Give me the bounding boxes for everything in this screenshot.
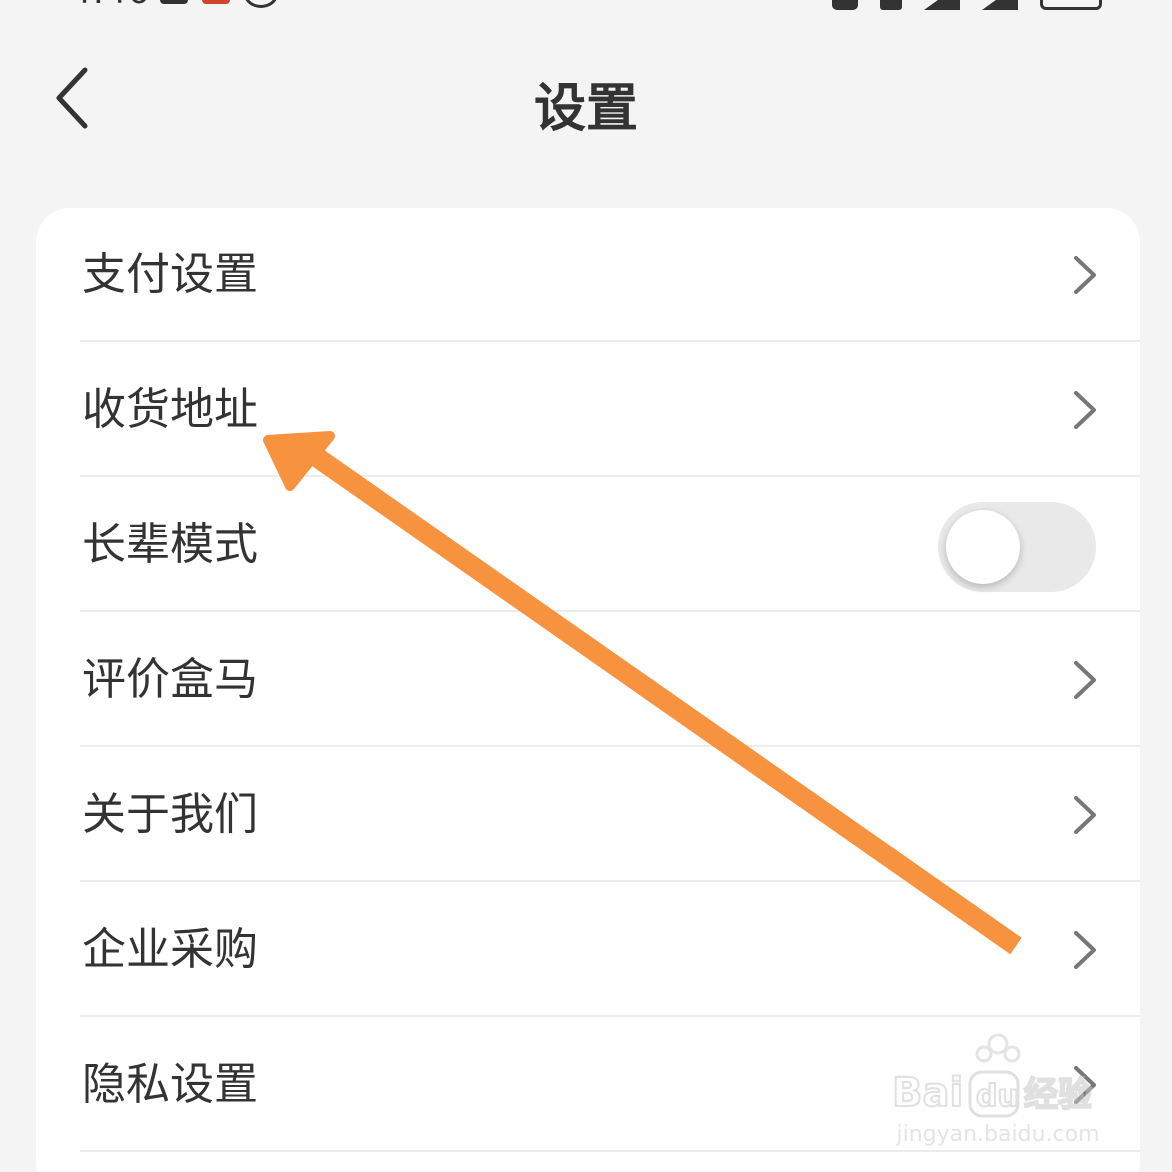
settings-item-label: 收货地址 <box>82 384 258 435</box>
status-time: 4:46 <box>70 0 150 12</box>
app-notification-icon <box>202 0 230 4</box>
settings-item-label: 关于我们 <box>82 789 258 840</box>
chevron-right-icon <box>1074 256 1096 294</box>
divider <box>80 1150 1140 1152</box>
settings-item-rate[interactable]: 评价盒马 <box>36 613 1140 747</box>
divider <box>80 610 1140 612</box>
settings-item-elder-mode: 长辈模式 <box>36 478 1140 612</box>
chevron-right-icon <box>1074 391 1096 429</box>
divider <box>80 475 1140 477</box>
settings-item-label: 评价盒马 <box>82 654 258 705</box>
chevron-right-icon <box>1074 931 1096 969</box>
divider <box>80 745 1140 747</box>
elder-mode-toggle[interactable] <box>938 502 1096 592</box>
settings-item-enterprise[interactable]: 企业采购 <box>36 883 1140 1017</box>
settings-item-privacy[interactable]: 隐私设置 <box>36 1018 1140 1152</box>
settings-screen: 4:46 设置 支付设置 收 <box>0 0 1172 1172</box>
settings-item-address[interactable]: 收货地址 <box>36 343 1140 477</box>
chevron-right-icon <box>1074 796 1096 834</box>
settings-item-payment[interactable]: 支付设置 <box>36 208 1140 342</box>
bluetooth-icon <box>880 0 902 10</box>
notification-icon <box>160 0 188 4</box>
toggle-knob <box>946 510 1020 584</box>
notification-icons <box>160 0 278 8</box>
settings-item-label: 长辈模式 <box>82 519 258 570</box>
settings-item-about[interactable]: 关于我们 <box>36 748 1140 882</box>
page-title: 设置 <box>533 79 638 139</box>
signal-icon <box>924 0 960 10</box>
settings-item-label: 支付设置 <box>82 249 258 300</box>
divider <box>80 340 1140 342</box>
sync-icon <box>244 0 278 8</box>
settings-item-label: 隐私设置 <box>82 1059 258 1110</box>
divider <box>80 1015 1140 1017</box>
settings-list: 支付设置 收货地址 长辈模式 评价盒马 关于我们 企业采购 隐私设置 <box>36 208 1140 1172</box>
settings-item-label: 企业采购 <box>82 924 258 975</box>
system-icons <box>832 0 1102 10</box>
header: 设置 <box>0 40 1172 160</box>
chevron-right-icon <box>1074 661 1096 699</box>
nfc-icon <box>832 0 858 10</box>
status-bar: 4:46 <box>0 0 1172 12</box>
battery-icon <box>1040 0 1102 10</box>
divider <box>80 880 1140 882</box>
chevron-right-icon <box>1074 1066 1096 1104</box>
signal-icon-2 <box>982 0 1018 10</box>
